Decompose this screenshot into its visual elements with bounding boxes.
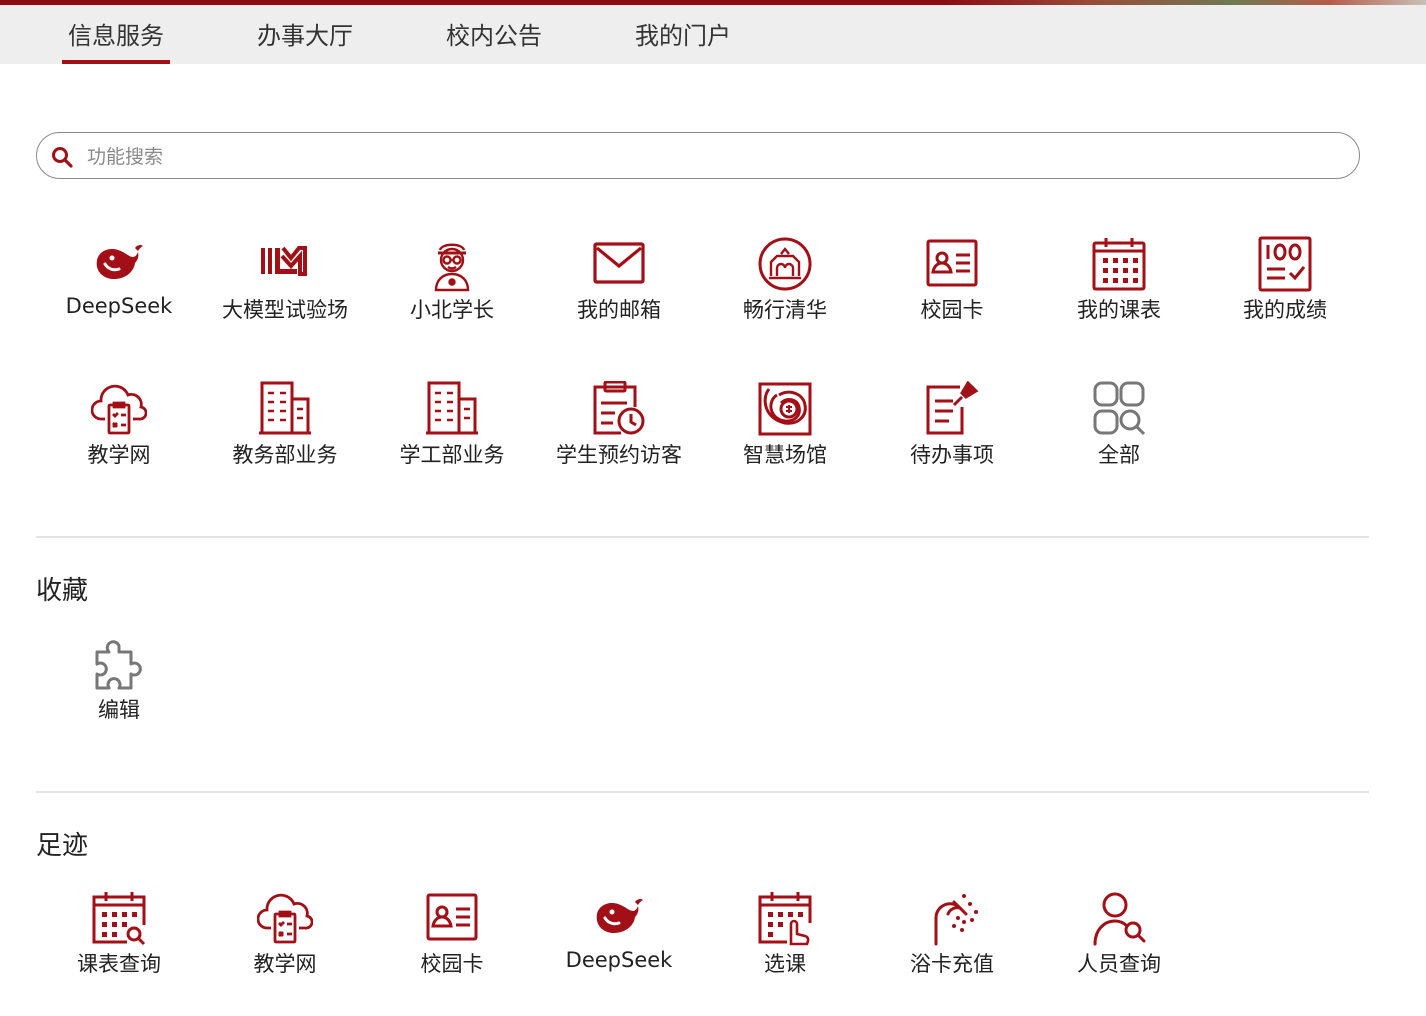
venue-logo-icon — [757, 381, 813, 437]
llm-logo-icon — [257, 236, 313, 292]
student-avatar-icon — [424, 236, 480, 292]
tab-service-hall[interactable]: 办事大厅 — [251, 5, 359, 64]
history-bath-card-topup[interactable]: 浴卡充值 — [869, 890, 1035, 1000]
app-label: 我的邮箱 — [577, 298, 661, 322]
app-label: 学生预约访客 — [556, 443, 682, 467]
deepseek-whale-icon — [91, 236, 147, 292]
history-schedule-query[interactable]: 课表查询 — [36, 890, 202, 1000]
building-icon — [424, 381, 480, 437]
app-label: 人员查询 — [1077, 952, 1161, 976]
app-label: 教学网 — [253, 952, 317, 976]
app-label: DeepSeek — [565, 948, 673, 972]
id-card-icon — [424, 890, 480, 946]
calendar-icon — [1091, 236, 1147, 292]
app-changxing-tsinghua[interactable]: 畅行清华 — [702, 236, 868, 346]
app-my-schedule[interactable]: 我的课表 — [1036, 236, 1202, 346]
favorite-edit[interactable]: 编辑 — [36, 636, 202, 746]
app-all[interactable]: 全部 — [1036, 381, 1202, 491]
puzzle-icon — [91, 636, 147, 692]
search-input[interactable] — [85, 141, 1349, 173]
app-llm-playground[interactable]: 大模型试验场 — [202, 236, 368, 346]
deepseek-whale-icon — [591, 890, 647, 946]
main-tab-bar: 信息服务 办事大厅 校内公告 我的门户 — [0, 5, 1426, 64]
app-label: 小北学长 — [410, 298, 494, 322]
app-label: 大模型试验场 — [222, 298, 348, 322]
history-course-selection[interactable]: 选课 — [702, 890, 868, 1000]
tab-my-portal[interactable]: 我的门户 — [629, 5, 737, 64]
app-my-grades[interactable]: 我的成绩 — [1202, 236, 1368, 346]
app-label: 教学网 — [87, 443, 151, 467]
calendar-search-icon — [91, 890, 147, 946]
app-label: 教务部业务 — [232, 443, 338, 467]
app-label: DeepSeek — [65, 294, 173, 318]
app-label: 校园卡 — [920, 298, 984, 322]
search-icon[interactable] — [51, 146, 73, 168]
app-label: 智慧场馆 — [743, 443, 827, 467]
app-label: 全部 — [1098, 443, 1140, 467]
todo-pin-icon — [924, 381, 980, 437]
app-my-mailbox[interactable]: 我的邮箱 — [536, 236, 702, 346]
history-title: 足迹 — [36, 831, 89, 861]
id-card-icon — [924, 236, 980, 292]
tab-campus-notices[interactable]: 校内公告 — [440, 5, 548, 64]
app-smart-venues[interactable]: 智慧场馆 — [702, 381, 868, 491]
app-todo-items[interactable]: 待办事项 — [869, 381, 1035, 491]
cloud-checklist-icon — [257, 890, 313, 946]
app-label: 课表查询 — [77, 952, 161, 976]
app-label: 待办事项 — [910, 443, 994, 467]
history-teaching-web[interactable]: 教学网 — [202, 890, 368, 1000]
grid-search-icon — [1091, 381, 1147, 437]
app-label: 浴卡充值 — [910, 952, 994, 976]
app-label: 我的成绩 — [1243, 298, 1327, 322]
app-xiaobei-senior[interactable]: 小北学长 — [369, 236, 535, 346]
app-label: 畅行清华 — [743, 298, 827, 322]
clipboard-clock-icon — [591, 381, 647, 437]
person-search-icon — [1091, 890, 1147, 946]
app-label: 学工部业务 — [399, 443, 505, 467]
app-student-affairs[interactable]: 学工部业务 — [369, 381, 535, 491]
calendar-click-icon — [757, 890, 813, 946]
mail-icon — [591, 236, 647, 292]
favorites-title: 收藏 — [36, 576, 89, 606]
tab-info-services[interactable]: 信息服务 — [62, 5, 170, 64]
app-label: 编辑 — [98, 698, 140, 722]
history-campus-card[interactable]: 校园卡 — [369, 890, 535, 1000]
app-visitor-booking[interactable]: 学生预约访客 — [536, 381, 702, 491]
app-academic-affairs[interactable]: 教务部业务 — [202, 381, 368, 491]
score-sheet-icon — [1257, 236, 1313, 292]
app-campus-card[interactable]: 校园卡 — [869, 236, 1035, 346]
history-person-query[interactable]: 人员查询 — [1036, 890, 1202, 1000]
app-label: 我的课表 — [1077, 298, 1161, 322]
function-search-box[interactable] — [36, 132, 1360, 179]
gate-circle-icon — [757, 236, 813, 292]
shower-icon — [924, 890, 980, 946]
section-divider — [36, 536, 1369, 538]
history-deepseek[interactable]: DeepSeek — [536, 890, 702, 1000]
app-deepseek[interactable]: DeepSeek — [36, 236, 202, 346]
section-divider — [36, 791, 1369, 793]
app-label: 选课 — [764, 952, 806, 976]
app-teaching-web[interactable]: 教学网 — [36, 381, 202, 491]
building-icon — [257, 381, 313, 437]
app-label: 校园卡 — [420, 952, 484, 976]
cloud-checklist-icon — [91, 381, 147, 437]
